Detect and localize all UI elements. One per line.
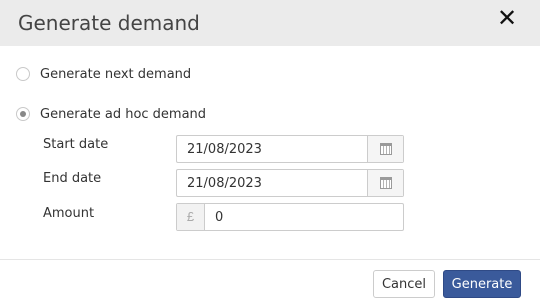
start-date-calendar-button[interactable] bbox=[367, 136, 403, 162]
radio-label: Generate ad hoc demand bbox=[40, 106, 207, 122]
start-date-field[interactable]: 21/08/2023 bbox=[176, 135, 404, 163]
start-date-value: 21/08/2023 bbox=[187, 142, 262, 157]
end-date-label: End date bbox=[43, 171, 102, 186]
generate-demand-dialog: Generate demand ✕ Generate next demand G… bbox=[0, 0, 540, 304]
calendar-icon bbox=[380, 143, 392, 155]
calendar-icon bbox=[380, 177, 392, 189]
start-date-label: Start date bbox=[43, 137, 109, 152]
radio-button[interactable] bbox=[16, 67, 30, 81]
dialog-title: Generate demand bbox=[18, 11, 200, 35]
radio-button[interactable] bbox=[16, 107, 30, 121]
radio-generate-ad-hoc-demand[interactable]: Generate ad hoc demand bbox=[16, 105, 206, 123]
currency-addon: £ bbox=[177, 204, 205, 230]
dialog-header: Generate demand ✕ bbox=[0, 0, 540, 46]
cancel-button[interactable]: Cancel bbox=[373, 270, 435, 298]
end-date-field[interactable]: 21/08/2023 bbox=[176, 169, 404, 197]
close-icon[interactable]: ✕ bbox=[494, 6, 520, 32]
end-date-calendar-button[interactable] bbox=[367, 170, 403, 196]
generate-button[interactable]: Generate bbox=[443, 270, 521, 298]
end-date-value: 21/08/2023 bbox=[187, 176, 262, 191]
radio-generate-next-demand[interactable]: Generate next demand bbox=[16, 65, 191, 83]
amount-field[interactable]: £ 0 bbox=[176, 203, 404, 231]
amount-label: Amount bbox=[43, 206, 95, 221]
amount-value: 0 bbox=[215, 210, 224, 225]
footer-divider bbox=[0, 259, 540, 260]
radio-label: Generate next demand bbox=[40, 66, 192, 82]
